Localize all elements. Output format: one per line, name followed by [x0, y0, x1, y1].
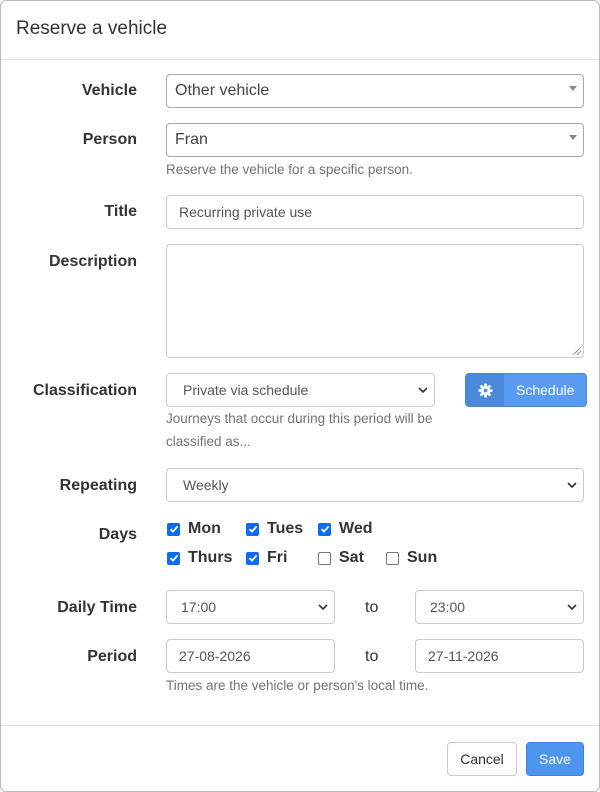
- daily-time-to-select[interactable]: 23:00: [415, 590, 584, 624]
- save-button[interactable]: Save: [526, 742, 584, 776]
- gear-icon: [466, 374, 504, 406]
- classification-select[interactable]: Private via schedule: [166, 373, 435, 407]
- period-end-value: 27-11-2026: [428, 648, 499, 664]
- days-row: Days Mon Tues Wed Thurs Fri Sat Sun: [1, 517, 600, 577]
- day-label-wed: Wed: [339, 520, 373, 537]
- day-label-sun: Sun: [407, 549, 438, 566]
- title-row: Title Recurring private use: [1, 195, 600, 229]
- dropdown-arrow-icon: [569, 135, 577, 140]
- classification-row: Classification Private via schedule Sche…: [1, 373, 600, 453]
- title-input-value: Recurring private use: [179, 204, 313, 220]
- daily-time-from-select[interactable]: 17:00: [166, 590, 335, 624]
- day-label-tues: Tues: [267, 520, 304, 537]
- checkbox-checked-icon[interactable]: [167, 522, 180, 536]
- period-start-value: 27-08-2026: [179, 648, 251, 664]
- person-label: Person: [82, 131, 137, 148]
- days-label: Days: [98, 526, 137, 543]
- checkbox-checked-icon[interactable]: [318, 522, 331, 536]
- day-label-thurs: Thurs: [188, 549, 233, 566]
- classification-help-line1: Journeys that occur during this period w…: [166, 411, 433, 426]
- title-input[interactable]: Recurring private use: [166, 195, 584, 229]
- day-checkbox-sun[interactable]: Sun: [386, 549, 437, 567]
- day-checkbox-wed[interactable]: Wed: [318, 520, 372, 538]
- day-label-sat: Sat: [339, 549, 364, 566]
- title-label: Title: [104, 203, 137, 220]
- period-separator: to: [365, 648, 379, 665]
- checkbox-checked-icon[interactable]: [246, 551, 259, 565]
- reserve-vehicle-dialog: Reserve a vehicle Vehicle Other vehicle …: [0, 0, 600, 792]
- dropdown-arrow-icon: [569, 86, 577, 91]
- dialog-header: Reserve a vehicle: [1, 1, 599, 60]
- chevron-down-icon: [318, 604, 328, 611]
- classification-select-value: Private via schedule: [183, 382, 309, 398]
- day-checkbox-thurs[interactable]: Thurs: [167, 549, 232, 567]
- person-row: Person Fran Reserve the vehicle for a sp…: [1, 123, 600, 183]
- repeating-label: Repeating: [59, 477, 137, 494]
- daily-time-from-value: 17:00: [181, 599, 217, 615]
- period-help: Times are the vehicle or person's local …: [166, 678, 429, 693]
- schedule-button[interactable]: Schedule: [465, 373, 587, 407]
- period-start-input[interactable]: 27-08-2026: [166, 639, 335, 673]
- person-select-value: Fran: [175, 131, 208, 148]
- schedule-button-label: Schedule: [516, 382, 575, 398]
- chevron-down-icon: [567, 482, 577, 489]
- vehicle-select-value: Other vehicle: [175, 82, 270, 99]
- dialog-title: Reserve a vehicle: [16, 18, 168, 39]
- checkbox-checked-icon[interactable]: [246, 522, 259, 536]
- chevron-down-icon: [567, 604, 577, 611]
- checkbox-unchecked-icon[interactable]: [386, 551, 399, 565]
- vehicle-select[interactable]: Other vehicle: [166, 74, 584, 108]
- day-label-fri: Fri: [267, 549, 288, 566]
- person-help: Reserve the vehicle for a specific perso…: [166, 162, 413, 177]
- description-row: Description: [1, 244, 600, 358]
- vehicle-label: Vehicle: [81, 82, 137, 99]
- dialog-footer: Cancel Save: [1, 725, 599, 791]
- person-select[interactable]: Fran: [166, 123, 584, 157]
- classification-help-line2: classified as...: [166, 434, 251, 449]
- repeating-select[interactable]: Weekly: [166, 468, 584, 502]
- vehicle-row: Vehicle Other vehicle: [1, 74, 600, 108]
- checkbox-unchecked-icon[interactable]: [318, 551, 331, 565]
- daily-time-label: Daily Time: [57, 599, 137, 616]
- period-row: Period 27-08-2026 to 27-11-2026 Times ar…: [1, 639, 600, 699]
- day-checkbox-mon[interactable]: Mon: [167, 520, 221, 538]
- checkbox-checked-icon[interactable]: [167, 551, 180, 565]
- daily-time-row: Daily Time 17:00 to 23:00: [1, 590, 600, 624]
- period-label: Period: [87, 648, 137, 665]
- day-label-mon: Mon: [188, 520, 221, 537]
- classification-label: Classification: [32, 382, 137, 399]
- resize-handle-icon[interactable]: [573, 347, 581, 355]
- day-checkbox-tues[interactable]: Tues: [246, 520, 303, 538]
- cancel-button[interactable]: Cancel: [447, 742, 517, 776]
- period-end-input[interactable]: 27-11-2026: [415, 639, 584, 673]
- day-checkbox-fri[interactable]: Fri: [246, 549, 287, 567]
- daily-time-to-value: 23:00: [430, 599, 466, 615]
- day-checkbox-sat[interactable]: Sat: [318, 549, 364, 567]
- chevron-down-icon: [418, 387, 428, 394]
- description-label: Description: [48, 253, 137, 270]
- daily-time-separator: to: [365, 599, 379, 616]
- repeating-row: Repeating Weekly: [1, 468, 600, 502]
- repeating-select-value: Weekly: [183, 477, 229, 493]
- description-textarea[interactable]: [166, 244, 584, 358]
